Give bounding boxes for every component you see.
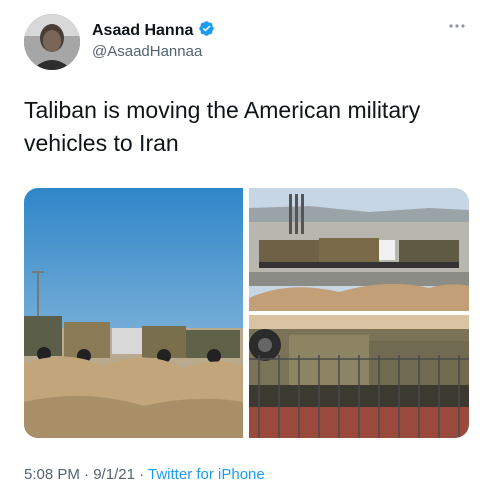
tweet-meta: 5:08 PM · 9/1/21 · Twitter for iPhone — [24, 466, 265, 483]
tweet-source-link[interactable]: Twitter for iPhone — [148, 466, 265, 483]
author-name[interactable]: Asaad Hanna — [92, 22, 193, 40]
author-handle[interactable]: @AsaadHannaa — [92, 43, 202, 60]
author-name-row[interactable]: Asaad Hanna — [92, 20, 215, 42]
more-options-icon[interactable] — [448, 20, 466, 30]
photo-vehicles-behind-mounds[interactable] — [24, 188, 243, 438]
tweet-text: Taliban is moving the American military … — [24, 97, 421, 156]
meta-separator: · — [139, 466, 145, 483]
meta-separator: · — [84, 466, 90, 483]
photo-vehicles-behind-fence[interactable] — [249, 315, 469, 438]
avatar[interactable] — [24, 14, 80, 70]
photo-trucks-on-highway[interactable] — [249, 188, 469, 311]
verified-badge-icon — [198, 20, 215, 42]
tweet-time[interactable]: 5:08 PM — [24, 466, 80, 483]
media-grid[interactable] — [24, 188, 469, 438]
tweet-date[interactable]: 9/1/21 — [93, 466, 135, 483]
